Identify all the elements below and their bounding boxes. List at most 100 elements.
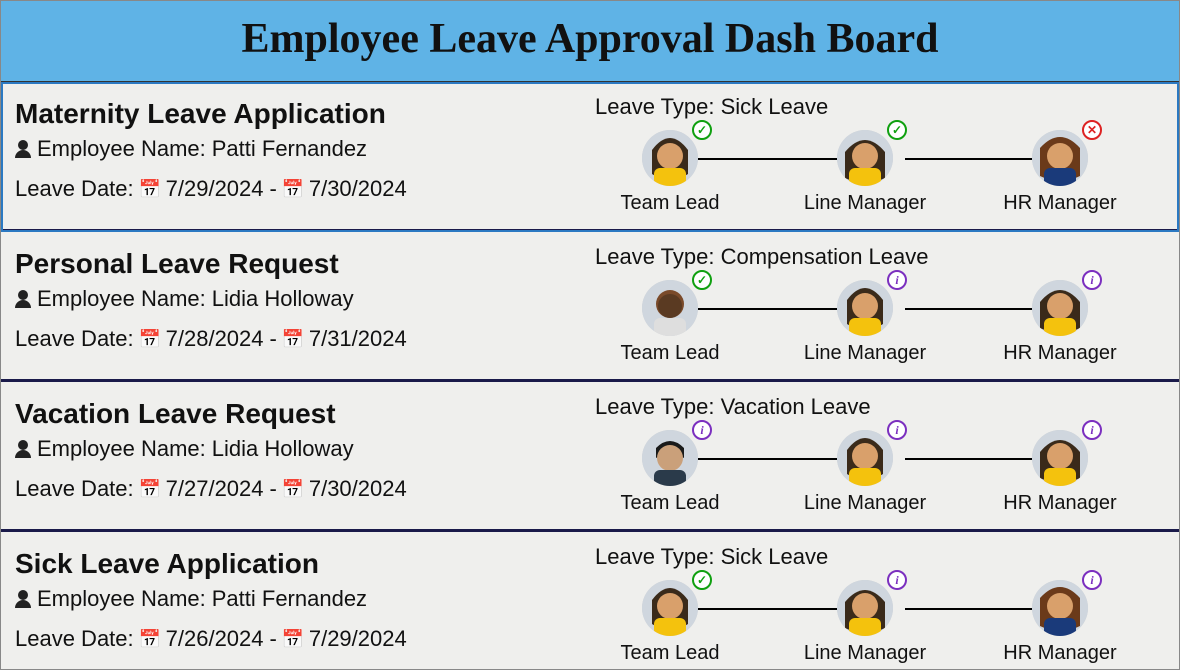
info-icon: i — [1082, 420, 1102, 440]
check-icon: ✓ — [692, 270, 712, 290]
leave-request-card[interactable]: Vacation Leave Request Employee Name: Lid… — [1, 382, 1179, 532]
approver[interactable]: i HR Manager — [985, 430, 1135, 515]
employee-name-value: Patti Fernandez — [212, 586, 367, 612]
person-icon — [15, 140, 31, 158]
calendar-icon: 📅 — [283, 179, 303, 199]
approver[interactable]: ✕HR Manager — [985, 130, 1135, 215]
calendar-icon: 📅 — [283, 479, 303, 499]
check-icon: ✓ — [887, 120, 907, 140]
approvers-row: ✓Team Lead i Line Manager iHR Manager — [595, 280, 1165, 365]
approvers-row: ✓Team Lead✓Line Manager✕HR Manager — [595, 130, 1165, 215]
employee-line: Employee Name: Patti Fernandez — [15, 136, 575, 162]
approval-chain: Leave Type: Sick Leave✓Team Lead✓Line Ma… — [595, 94, 1165, 215]
approver[interactable]: i HR Manager — [985, 580, 1135, 665]
avatar: i — [1032, 430, 1088, 486]
approvers-row: ✓Team Lead i Line Manager i HR Manager — [595, 580, 1165, 665]
approver-role-label: HR Manager — [1003, 192, 1116, 215]
approver[interactable]: ✓Team Lead — [595, 580, 745, 665]
employee-name-label: Employee Name: — [37, 586, 206, 612]
approver[interactable]: iHR Manager — [985, 280, 1135, 365]
close-icon: ✕ — [1082, 120, 1102, 140]
requests-list: Maternity Leave Application Employee Name… — [1, 82, 1179, 670]
leave-date-line: Leave Date:📅7/28/2024 - 📅7/31/2024 — [15, 326, 575, 352]
leave-type-label: Leave Type: — [595, 244, 721, 269]
date-from: 7/29/2024 — [166, 176, 264, 202]
info-icon: i — [1082, 570, 1102, 590]
date-to: 7/31/2024 — [309, 326, 407, 352]
employee-name-value: Lidia Holloway — [212, 436, 354, 462]
leave-date-line: Leave Date:📅7/27/2024 - 📅7/30/2024 — [15, 476, 575, 502]
employee-name-label: Employee Name: — [37, 436, 206, 462]
employee-name-value: Patti Fernandez — [212, 136, 367, 162]
calendar-icon: 📅 — [140, 479, 160, 499]
approvers-row: iTeam Lead iLine Manager i HR Manager — [595, 430, 1165, 515]
approver[interactable]: iLine Manager — [790, 430, 940, 515]
request-title: Vacation Leave Request — [15, 398, 575, 430]
date-to: 7/30/2024 — [309, 476, 407, 502]
approver[interactable]: i Line Manager — [790, 580, 940, 665]
page-header: Employee Leave Approval Dash Board — [1, 1, 1179, 82]
employee-name-label: Employee Name: — [37, 136, 206, 162]
employee-name-label: Employee Name: — [37, 286, 206, 312]
avatar: ✓ — [642, 130, 698, 186]
leave-request-card[interactable]: Maternity Leave Application Employee Name… — [1, 82, 1179, 232]
employee-line: Employee Name: Patti Fernandez — [15, 586, 575, 612]
leave-date-label: Leave Date: — [15, 476, 134, 502]
employee-line: Employee Name: Lidia Holloway — [15, 286, 575, 312]
leave-date-line: Leave Date:📅7/26/2024 - 📅7/29/2024 — [15, 626, 575, 652]
calendar-icon: 📅 — [283, 629, 303, 649]
leave-type-value: Sick Leave — [721, 94, 829, 119]
approver-role-label: Team Lead — [621, 492, 720, 515]
approval-chain: Leave Type: Compensation Leave✓Team Lead… — [595, 244, 1165, 365]
calendar-icon: 📅 — [140, 179, 160, 199]
approver-role-label: HR Manager — [1003, 492, 1116, 515]
approver-role-label: HR Manager — [1003, 342, 1116, 365]
leave-type-value: Sick Leave — [721, 544, 829, 569]
person-icon — [15, 590, 31, 608]
leave-type-value: Vacation Leave — [721, 394, 871, 419]
request-title: Maternity Leave Application — [15, 98, 575, 130]
page-title: Employee Leave Approval Dash Board — [1, 15, 1179, 63]
approver-role-label: Team Lead — [621, 642, 720, 665]
approver[interactable]: ✓ Line Manager — [790, 130, 940, 215]
leave-type-label: Leave Type: — [595, 94, 721, 119]
leave-request-card[interactable]: Sick Leave Application Employee Name: Pat… — [1, 532, 1179, 670]
info-icon: i — [887, 570, 907, 590]
leave-date-label: Leave Date: — [15, 176, 134, 202]
leave-type-line: Leave Type: Vacation Leave — [595, 394, 1165, 420]
avatar: i — [1032, 580, 1088, 636]
date-separator: - — [270, 176, 277, 202]
info-icon: i — [1082, 270, 1102, 290]
info-icon: i — [887, 420, 907, 440]
check-icon: ✓ — [692, 570, 712, 590]
approver[interactable]: ✓Team Lead — [595, 280, 745, 365]
approver-role-label: Line Manager — [804, 342, 926, 365]
date-separator: - — [270, 476, 277, 502]
avatar: i — [837, 280, 893, 336]
date-separator: - — [270, 326, 277, 352]
avatar: i — [837, 580, 893, 636]
approver[interactable]: iTeam Lead — [595, 430, 745, 515]
leave-type-line: Leave Type: Sick Leave — [595, 94, 1165, 120]
request-title: Personal Leave Request — [15, 248, 575, 280]
leave-type-value: Compensation Leave — [721, 244, 929, 269]
leave-type-line: Leave Type: Sick Leave — [595, 544, 1165, 570]
approver-role-label: Line Manager — [804, 492, 926, 515]
info-icon: i — [692, 420, 712, 440]
info-icon: i — [887, 270, 907, 290]
leave-request-card[interactable]: Personal Leave Request Employee Name: Lid… — [1, 232, 1179, 382]
avatar: ✓ — [837, 130, 893, 186]
request-summary: Vacation Leave Request Employee Name: Lid… — [15, 394, 575, 515]
calendar-icon: 📅 — [140, 329, 160, 349]
calendar-icon: 📅 — [283, 329, 303, 349]
approver-role-label: Line Manager — [804, 192, 926, 215]
approver-role-label: HR Manager — [1003, 642, 1116, 665]
approver-role-label: Line Manager — [804, 642, 926, 665]
request-summary: Maternity Leave Application Employee Name… — [15, 94, 575, 215]
leave-date-line: Leave Date:📅7/29/2024 - 📅7/30/2024 — [15, 176, 575, 202]
request-title: Sick Leave Application — [15, 548, 575, 580]
approver[interactable]: ✓Team Lead — [595, 130, 745, 215]
calendar-icon: 📅 — [140, 629, 160, 649]
approver[interactable]: i Line Manager — [790, 280, 940, 365]
approver-role-label: Team Lead — [621, 342, 720, 365]
